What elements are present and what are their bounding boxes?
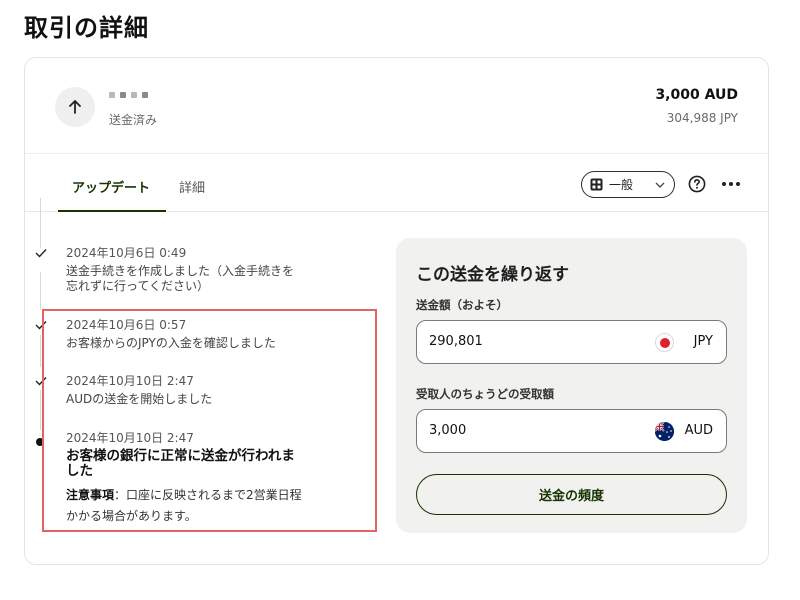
recipient-name-masked — [109, 92, 148, 98]
receive-amount-input[interactable]: 3,000 AUD — [416, 409, 727, 453]
page-title: 取引の詳細 — [24, 14, 149, 42]
sent-amount: 3,000 AUD — [655, 87, 738, 103]
view-mode-select[interactable]: 一般 — [581, 171, 675, 198]
help-icon[interactable] — [688, 175, 706, 193]
send-amount-value: 290,801 — [429, 334, 483, 349]
sent-arrow-icon — [55, 87, 95, 127]
grid-icon — [590, 178, 603, 191]
more-options-icon[interactable] — [722, 182, 740, 186]
timeline-connector — [40, 390, 41, 430]
repeat-title: この送金を繰り返す — [416, 265, 569, 285]
highlight-annotation-box — [42, 309, 377, 532]
timeline-connector — [40, 335, 41, 367]
receive-amount-value: 3,000 — [429, 423, 467, 438]
chevron-down-icon — [655, 182, 665, 188]
repeat-transfer-panel: この送金を繰り返す 送金額（およそ） 290,801 JPY 受取人のちょうどの… — [396, 238, 747, 533]
timeline-connector — [40, 272, 41, 310]
australia-flag-icon — [655, 422, 674, 441]
send-amount-input[interactable]: 290,801 JPY — [416, 320, 727, 364]
transaction-summary: 送金済み 3,000 AUD 304,988 JPY — [25, 58, 768, 154]
receive-currency[interactable]: AUD — [685, 423, 713, 438]
view-mode-label: 一般 — [609, 178, 634, 192]
check-icon — [35, 249, 47, 258]
japan-flag-icon — [655, 333, 674, 352]
receive-amount-label: 受取人のちょうどの受取額 — [416, 387, 554, 401]
timeline-date: 2024年10月6日 0:49 — [66, 246, 187, 260]
timeline-connector — [40, 198, 41, 248]
transfer-frequency-button[interactable]: 送金の頻度 — [416, 474, 727, 515]
converted-amount: 304,988 JPY — [666, 111, 738, 125]
send-amount-label: 送金額（およそ） — [416, 298, 508, 312]
send-currency[interactable]: JPY — [694, 334, 713, 349]
timeline-text: 送金手続きを作成しました（入金手続きを忘れずに行ってください） — [66, 264, 295, 293]
transfer-status: 送金済み — [109, 113, 158, 127]
